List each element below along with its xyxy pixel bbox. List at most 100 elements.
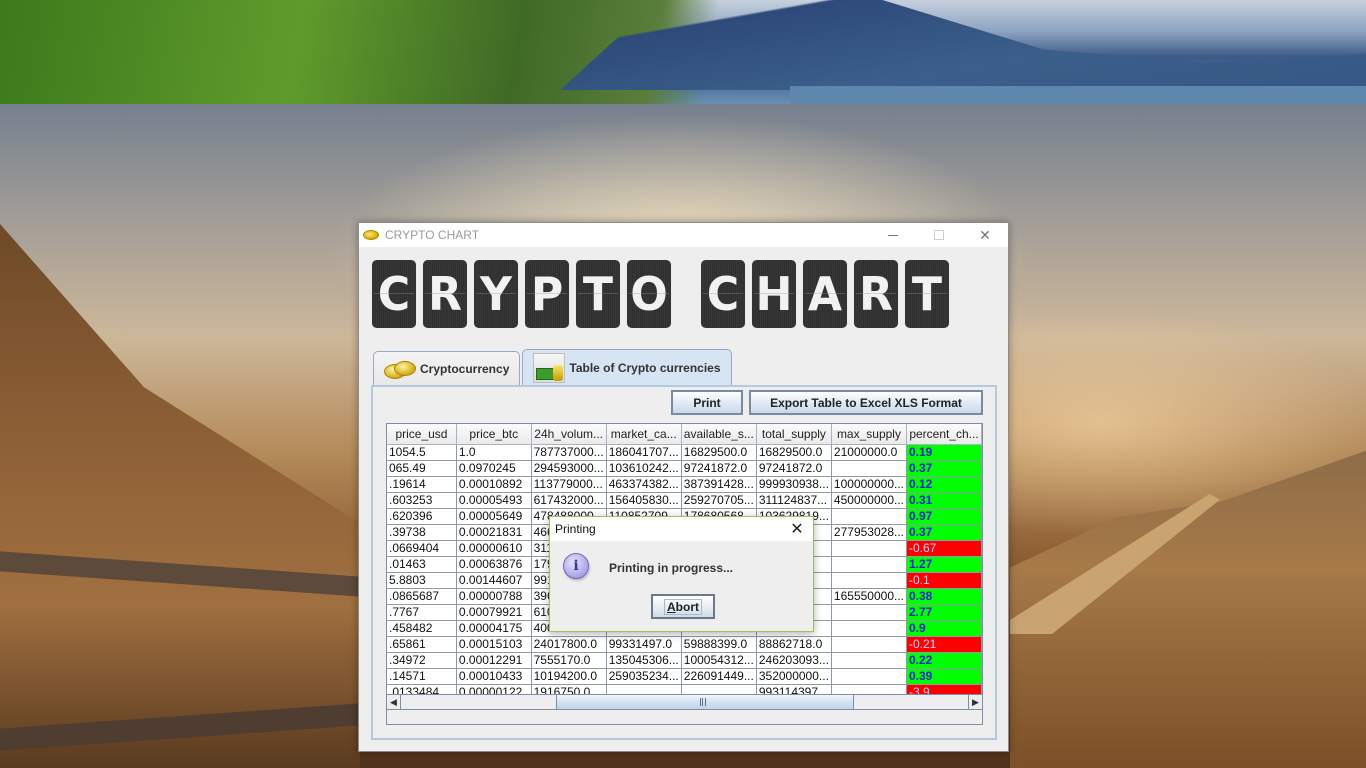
- table-cell[interactable]: [831, 508, 908, 525]
- percent-change-cell[interactable]: -0.21: [906, 636, 982, 653]
- table-cell[interactable]: 113779000...: [531, 476, 607, 493]
- column-header[interactable]: total_supply: [756, 424, 832, 445]
- table-cell[interactable]: 16829500.0: [756, 444, 832, 461]
- column-header[interactable]: market_ca...: [606, 424, 682, 445]
- table-cell[interactable]: 97241872.0: [681, 460, 757, 477]
- percent-change-cell[interactable]: 0.97: [906, 508, 982, 525]
- table-cell[interactable]: 352000000...: [756, 668, 832, 685]
- table-cell[interactable]: 463374382...: [606, 476, 682, 493]
- table-cell[interactable]: [831, 556, 908, 573]
- table-cell[interactable]: 88862718.0: [756, 636, 832, 653]
- table-cell[interactable]: 0.00015103: [456, 636, 532, 653]
- tab-cryptocurrency[interactable]: Cryptocurrency: [373, 351, 521, 385]
- dialog-title-bar[interactable]: Printing ✕: [550, 517, 813, 541]
- table-cell[interactable]: 259270705...: [681, 492, 757, 509]
- table-cell[interactable]: 10194200.0: [531, 668, 607, 685]
- table-cell[interactable]: .458482: [387, 620, 457, 637]
- scroll-left-arrow-icon[interactable]: ◀: [387, 695, 401, 709]
- table-cell[interactable]: 0.00144607: [456, 572, 532, 589]
- percent-change-cell[interactable]: 2.77: [906, 604, 982, 621]
- table-cell[interactable]: .65861: [387, 636, 457, 653]
- table-cell[interactable]: [831, 652, 908, 669]
- maximize-button[interactable]: [916, 223, 962, 247]
- table-cell[interactable]: [831, 540, 908, 557]
- table-cell[interactable]: 0.00079921: [456, 604, 532, 621]
- table-cell[interactable]: 065.49: [387, 460, 457, 477]
- column-header[interactable]: available_s...: [681, 424, 757, 445]
- table-cell[interactable]: 0.00010892: [456, 476, 532, 493]
- percent-change-cell[interactable]: 0.39: [906, 668, 982, 685]
- percent-change-cell[interactable]: -0.1: [906, 572, 982, 589]
- percent-change-cell[interactable]: -0.67: [906, 540, 982, 557]
- minimize-button[interactable]: [870, 223, 916, 247]
- table-cell[interactable]: .7767: [387, 604, 457, 621]
- close-button[interactable]: ✕: [962, 223, 1008, 247]
- percent-change-cell[interactable]: 0.19: [906, 444, 982, 461]
- table-cell[interactable]: 103610242...: [606, 460, 682, 477]
- table-cell[interactable]: 59888399.0: [681, 636, 757, 653]
- table-cell[interactable]: 277953028...: [831, 524, 908, 541]
- dialog-close-button[interactable]: ✕: [787, 519, 807, 539]
- table-cell[interactable]: 0.00000788: [456, 588, 532, 605]
- table-cell[interactable]: .0669404: [387, 540, 457, 557]
- table-cell[interactable]: 100054312...: [681, 652, 757, 669]
- table-cell[interactable]: 97241872.0: [756, 460, 832, 477]
- percent-change-cell[interactable]: 0.22: [906, 652, 982, 669]
- table-cell[interactable]: .0865687: [387, 588, 457, 605]
- table-cell[interactable]: 259035234...: [606, 668, 682, 685]
- table-cell[interactable]: .603253: [387, 492, 457, 509]
- table-cell[interactable]: 0.00000610: [456, 540, 532, 557]
- table-cell[interactable]: 787737000...: [531, 444, 607, 461]
- table-cell[interactable]: 0.00012291: [456, 652, 532, 669]
- percent-change-cell[interactable]: 0.12: [906, 476, 982, 493]
- table-cell[interactable]: 617432000...: [531, 492, 607, 509]
- table-cell[interactable]: 226091449...: [681, 668, 757, 685]
- table-cell[interactable]: 450000000...: [831, 492, 908, 509]
- scroll-right-arrow-icon[interactable]: ▶: [968, 695, 982, 709]
- column-header[interactable]: price_btc: [456, 424, 532, 445]
- table-row[interactable]: 065.49 0.0970245 294593000... 103610242... 9…: [387, 460, 982, 477]
- table-cell[interactable]: 294593000...: [531, 460, 607, 477]
- column-header[interactable]: max_supply: [831, 424, 908, 445]
- table-cell[interactable]: 21000000.0: [831, 444, 908, 461]
- table-row[interactable]: .34972 0.00012291 7555170.0 135045306... 100…: [387, 652, 982, 669]
- percent-change-cell[interactable]: 0.37: [906, 460, 982, 477]
- abort-button[interactable]: Abort: [651, 594, 715, 619]
- table-cell[interactable]: 0.00010433: [456, 668, 532, 685]
- table-row[interactable]: 1054.5 1.0 787737000... 186041707... 1682950…: [387, 444, 982, 461]
- table-cell[interactable]: 0.00005493: [456, 492, 532, 509]
- percent-change-cell[interactable]: 0.37: [906, 524, 982, 541]
- table-cell[interactable]: .34972: [387, 652, 457, 669]
- table-cell[interactable]: 387391428...: [681, 476, 757, 493]
- table-cell[interactable]: [831, 604, 908, 621]
- table-row[interactable]: .14571 0.00010433 10194200.0 259035234... 22…: [387, 668, 982, 685]
- table-cell[interactable]: 999930938...: [756, 476, 832, 493]
- table-cell[interactable]: 165550000...: [831, 588, 908, 605]
- table-cell[interactable]: 24017800.0: [531, 636, 607, 653]
- table-cell[interactable]: [831, 460, 908, 477]
- table-cell[interactable]: [831, 636, 908, 653]
- table-cell[interactable]: [831, 572, 908, 589]
- print-button[interactable]: Print: [671, 390, 743, 415]
- table-cell[interactable]: [831, 668, 908, 685]
- table-cell[interactable]: 186041707...: [606, 444, 682, 461]
- table-cell[interactable]: 0.00063876: [456, 556, 532, 573]
- tab-table-of-crypto-currencies[interactable]: Table of Crypto currencies: [522, 349, 732, 385]
- title-bar[interactable]: CRYPTO CHART ✕: [359, 223, 1008, 247]
- table-cell[interactable]: 246203093...: [756, 652, 832, 669]
- table-cell[interactable]: 1.0: [456, 444, 532, 461]
- table-cell[interactable]: 16829500.0: [681, 444, 757, 461]
- table-cell[interactable]: 311124837...: [756, 492, 832, 509]
- table-cell[interactable]: 100000000...: [831, 476, 908, 493]
- table-cell[interactable]: .01463: [387, 556, 457, 573]
- horizontal-scrollbar[interactable]: ◀ ▶: [387, 694, 982, 710]
- table-cell[interactable]: .19614: [387, 476, 457, 493]
- table-cell[interactable]: 135045306...: [606, 652, 682, 669]
- column-header[interactable]: price_usd: [387, 424, 457, 445]
- export-xls-button[interactable]: Export Table to Excel XLS Format: [749, 390, 983, 415]
- table-cell[interactable]: 0.00021831: [456, 524, 532, 541]
- column-header[interactable]: percent_ch...: [906, 424, 982, 445]
- table-row[interactable]: .19614 0.00010892 113779000... 463374382...…: [387, 476, 982, 493]
- column-header[interactable]: 24h_volum...: [531, 424, 607, 445]
- percent-change-cell[interactable]: 0.38: [906, 588, 982, 605]
